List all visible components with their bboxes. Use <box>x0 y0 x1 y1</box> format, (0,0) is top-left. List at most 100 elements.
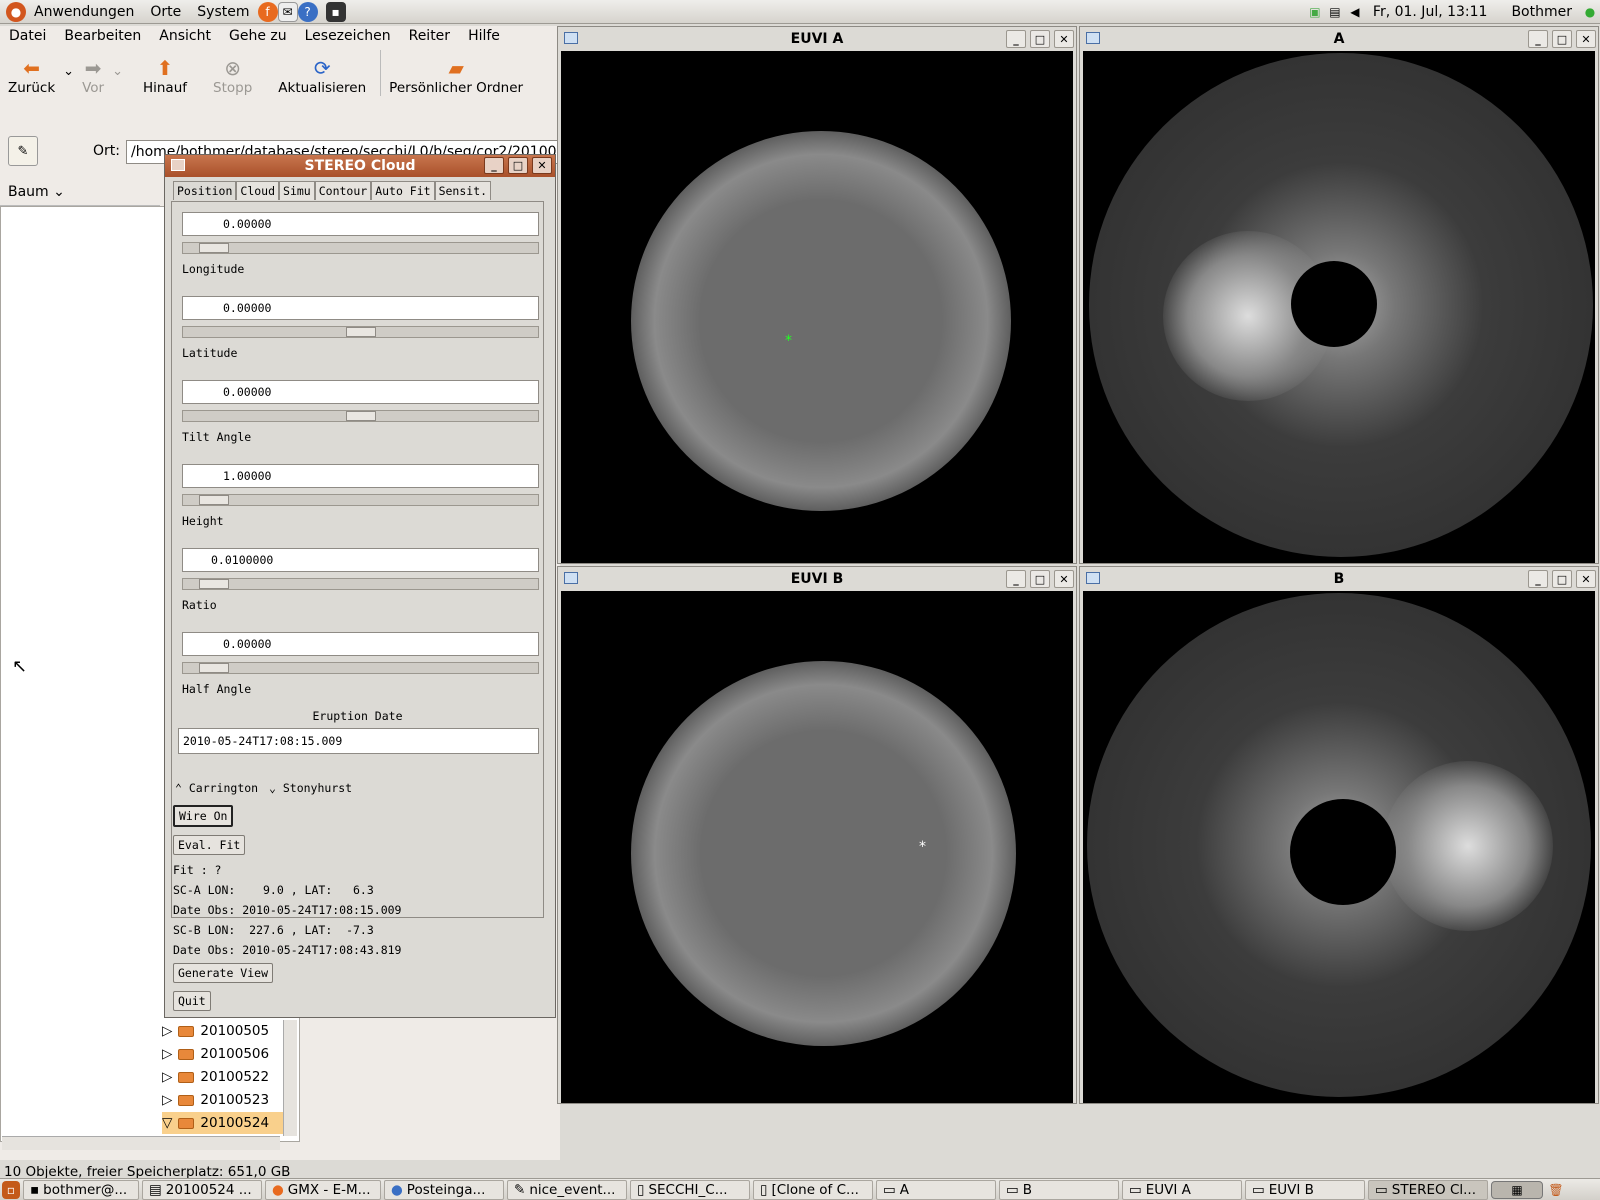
forward-button[interactable]: ➡ Vor <box>74 50 112 96</box>
system-menu[interactable]: System <box>189 4 257 20</box>
tree-row[interactable]: ▷ 20100505 <box>162 1020 282 1042</box>
euvi-b-image[interactable]: * <box>561 591 1073 1103</box>
slider-knob[interactable] <box>346 327 376 337</box>
user-name[interactable]: Bothmer <box>1503 4 1580 20</box>
minimize-icon[interactable]: _ <box>1528 570 1548 588</box>
ubuntu-logo-icon[interactable]: ● <box>6 1 26 22</box>
cor-a-image[interactable] <box>1083 51 1595 563</box>
home-folder-button[interactable]: ▰ Persönlicher Ordner <box>380 50 531 96</box>
task-editor[interactable]: ✎ nice_event... <box>507 1179 627 1200</box>
monitor-icon[interactable]: ▤ <box>1325 2 1345 22</box>
window-menu-icon[interactable] <box>1086 572 1100 584</box>
edit-location-icon[interactable]: ✎ <box>8 136 38 166</box>
close-icon[interactable]: ✕ <box>1054 570 1074 588</box>
menu-reiter[interactable]: Reiter <box>400 28 459 44</box>
expander-right-icon[interactable]: ▷ <box>162 1092 172 1108</box>
menu-ansicht[interactable]: Ansicht <box>150 28 220 44</box>
help-icon[interactable]: ? <box>297 1 318 22</box>
status-online-icon[interactable]: ● <box>1580 2 1600 22</box>
up-button[interactable]: ⬆ Hinauf <box>135 50 195 96</box>
expander-down-icon[interactable]: ▽ <box>162 1115 172 1131</box>
menu-gehe-zu[interactable]: Gehe zu <box>220 28 296 44</box>
menu-hilfe[interactable]: Hilfe <box>459 28 509 44</box>
task-stereo-cloud[interactable]: ▭ STEREO Cl... <box>1368 1179 1488 1200</box>
forward-dropdown-icon[interactable]: ⌄ <box>112 50 123 79</box>
maximize-icon[interactable]: □ <box>1030 570 1050 588</box>
tab-auto-fit[interactable]: Auto Fit <box>371 181 435 200</box>
task-clone[interactable]: ▯ [Clone of C... <box>753 1179 873 1200</box>
task-window-euvi-a[interactable]: ▭ EUVI A <box>1122 1179 1242 1200</box>
height-slider[interactable] <box>182 494 539 506</box>
latitude-input[interactable]: 0.00000 <box>182 296 539 320</box>
minimize-icon[interactable]: _ <box>1006 570 1026 588</box>
back-button[interactable]: ⬅ Zurück <box>0 50 63 96</box>
ratio-input[interactable]: 0.0100000 <box>182 548 539 572</box>
tab-sensit[interactable]: Sensit. <box>434 181 492 200</box>
expander-right-icon[interactable]: ▷ <box>162 1069 172 1085</box>
radio-carrington[interactable]: ⌃ Carrington <box>175 781 258 795</box>
maximize-icon[interactable]: □ <box>508 157 528 174</box>
euvi-a-image[interactable]: * <box>561 51 1073 563</box>
tree-row-selected[interactable]: ▽ 20100524 <box>162 1112 284 1134</box>
tree-horizontal-scrollbar[interactable] <box>2 1136 280 1150</box>
menu-bearbeiten[interactable]: Bearbeiten <box>55 28 150 44</box>
eruption-date-input[interactable]: 2010-05-24T17:08:15.009 <box>178 728 539 754</box>
maximize-icon[interactable]: □ <box>1030 30 1050 48</box>
show-desktop-icon[interactable]: ▫ <box>2 1180 20 1199</box>
close-icon[interactable]: ✕ <box>1054 30 1074 48</box>
slider-knob[interactable] <box>199 495 229 505</box>
tab-simu[interactable]: Simu <box>279 181 315 200</box>
longitude-input[interactable]: 0.00000 <box>182 212 539 236</box>
quit-button[interactable]: Quit <box>173 991 211 1011</box>
slider-knob[interactable] <box>199 243 229 253</box>
task-window-euvi-b[interactable]: ▭ EUVI B <box>1245 1179 1365 1200</box>
reload-button[interactable]: ⟳ Aktualisieren <box>270 50 374 96</box>
back-dropdown-icon[interactable]: ⌄ <box>63 50 74 79</box>
tree-row[interactable]: ▷ 20100506 <box>162 1043 282 1065</box>
menu-lesezeichen[interactable]: Lesezeichen <box>296 28 400 44</box>
task-mail[interactable]: ● Posteinga... <box>384 1179 504 1200</box>
clock[interactable]: Fr, 01. Jul, 13:11 <box>1365 4 1496 20</box>
task-file-manager[interactable]: ▤ 20100524 ... <box>142 1179 262 1200</box>
window-menu-icon[interactable] <box>564 572 578 584</box>
half-angle-input[interactable]: 0.00000 <box>182 632 539 656</box>
volume-icon[interactable]: ◀ <box>1345 2 1365 22</box>
slider-knob[interactable] <box>199 579 229 589</box>
half-angle-slider[interactable] <box>182 662 539 674</box>
close-icon[interactable]: ✕ <box>1576 570 1596 588</box>
menu-datei[interactable]: Datei <box>0 28 55 44</box>
maximize-icon[interactable]: □ <box>1552 30 1572 48</box>
tree-vertical-scrollbar[interactable] <box>283 1020 297 1136</box>
wire-on-button[interactable]: Wire On <box>173 805 234 827</box>
eval-fit-button[interactable]: Eval. Fit <box>173 835 246 855</box>
stop-button[interactable]: ⊗ Stopp <box>205 50 260 96</box>
minimize-icon[interactable]: _ <box>1006 30 1026 48</box>
window-menu-icon[interactable] <box>171 159 185 171</box>
mail-icon[interactable]: ✉ <box>277 1 298 22</box>
ratio-slider[interactable] <box>182 578 539 590</box>
sidebar-mode-select[interactable]: Baum ⌄ <box>0 178 160 206</box>
radio-stonyhurst[interactable]: ⌄ Stonyhurst <box>269 781 352 795</box>
task-firefox-gmx[interactable]: ● GMX - E-M... <box>265 1179 381 1200</box>
expander-right-icon[interactable]: ▷ <box>162 1046 172 1062</box>
tilt-angle-slider[interactable] <box>182 410 539 422</box>
window-menu-icon[interactable] <box>1086 32 1100 44</box>
slider-knob[interactable] <box>199 663 229 673</box>
tilt-angle-input[interactable]: 0.00000 <box>182 380 539 404</box>
close-icon[interactable]: ✕ <box>532 157 552 174</box>
cor-b-image[interactable] <box>1083 591 1595 1103</box>
terminal-icon[interactable]: ▪ <box>325 1 346 22</box>
tab-position[interactable]: Position <box>173 181 237 200</box>
trash-icon[interactable]: 🗑 <box>1546 1180 1566 1200</box>
generate-view-button[interactable]: Generate View <box>173 963 274 983</box>
height-input[interactable]: 1.00000 <box>182 464 539 488</box>
places-menu[interactable]: Orte <box>142 4 189 20</box>
workspace-switcher-icon[interactable]: ▦ <box>1491 1180 1543 1199</box>
tab-contour[interactable]: Contour <box>314 181 372 200</box>
window-menu-icon[interactable] <box>564 32 578 44</box>
minimize-icon[interactable]: _ <box>1528 30 1548 48</box>
tree-row[interactable]: ▷ 20100522 <box>162 1066 282 1088</box>
longitude-slider[interactable] <box>182 242 539 254</box>
firefox-icon[interactable]: f <box>257 1 278 22</box>
maximize-icon[interactable]: □ <box>1552 570 1572 588</box>
